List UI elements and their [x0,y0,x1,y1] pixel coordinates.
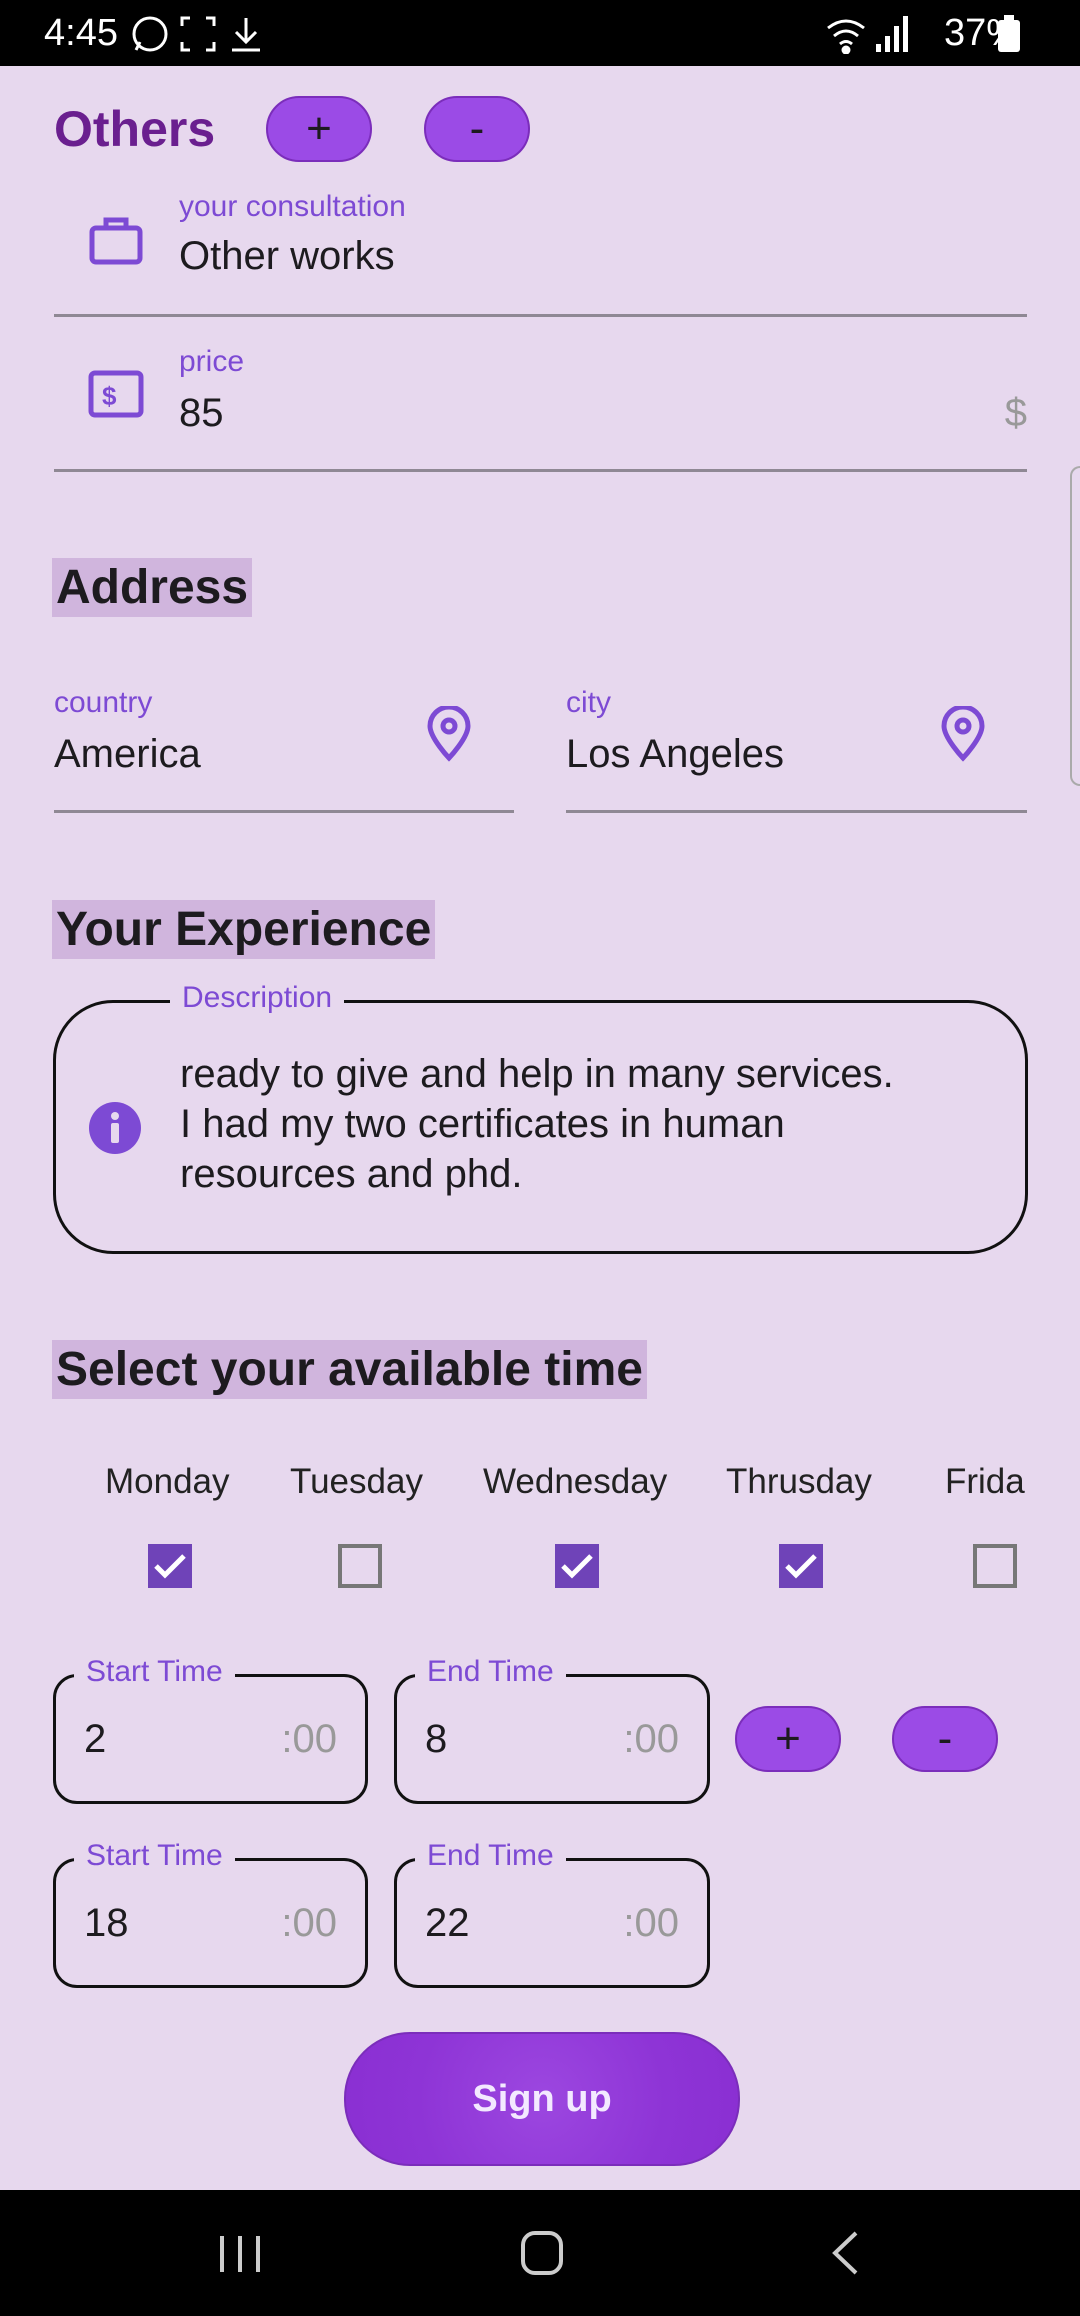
experience-title: Your Experience [52,900,436,959]
price-field[interactable]: $ price 85 $ [54,345,1027,473]
start-time-suffix: :00 [281,1717,337,1761]
minus-label: - [469,104,485,153]
day-label-wednesday: Wednesday [483,1462,668,1501]
end-time-value: 8 [425,1717,448,1761]
day-label-tuesday: Tuesday [290,1462,423,1501]
end-time-field[interactable]: End Time 8 :00 [394,1655,710,1804]
day-label-monday: Monday [105,1462,230,1501]
monday-checkbox[interactable] [148,1544,192,1588]
navigation-bar [0,2190,1080,2316]
screenshot-icon [180,16,216,57]
signal-icon [874,14,910,59]
status-bar: 4:45 37% [0,0,1080,66]
city-value: Los Angeles [566,732,784,776]
plus-label: + [775,1714,801,1763]
day-label-thursday: Thrusday [726,1462,872,1501]
home-icon[interactable] [520,2230,564,2281]
money-icon: $ [88,369,144,424]
consultation-field[interactable]: your consultation Other works [54,190,1027,318]
end-time-suffix: :00 [623,1901,679,1945]
end-time-field[interactable]: End Time 22 :00 [394,1839,710,1988]
scrollbar[interactable] [1070,466,1080,786]
start-time-label: Start Time [74,1655,235,1689]
remove-consultation-button[interactable]: - [424,96,530,162]
end-time-label: End Time [415,1655,566,1689]
add-consultation-button[interactable]: + [266,96,372,162]
city-underline [566,810,1027,813]
svg-text:$: $ [102,381,117,411]
city-label: city [566,686,611,719]
check-icon [561,1554,593,1579]
description-line: I had my two certificates in human [180,1102,785,1146]
check-icon [785,1554,817,1579]
availability-title: Select your available time [52,1340,647,1399]
check-icon [154,1554,186,1579]
whatsapp-icon [130,14,170,59]
end-time-label: End Time [415,1839,566,1873]
download-icon [228,14,264,59]
info-icon [88,1101,142,1160]
others-title: Others [54,101,216,157]
price-underline [54,469,1027,472]
location-pin-icon [426,704,472,767]
tuesday-checkbox[interactable] [338,1544,382,1588]
remove-time-slot-button[interactable]: - [892,1706,998,1772]
address-title: Address [52,558,253,617]
consultation-underline [54,314,1027,317]
thursday-checkbox[interactable] [779,1544,823,1588]
plus-label: + [306,104,332,153]
currency-suffix: $ [1004,391,1027,435]
back-icon[interactable] [830,2230,860,2281]
wifi-icon [824,14,868,59]
day-label-friday: Frida [945,1462,1025,1501]
battery-icon [996,14,1022,59]
friday-checkbox[interactable] [973,1544,1017,1588]
consultation-label: your consultation [179,190,406,223]
start-time-field[interactable]: Start Time 2 :00 [53,1655,368,1804]
status-time: 4:45 [44,12,118,54]
description-line: resources and phd. [180,1152,523,1196]
country-label: country [54,686,153,719]
country-value: America [54,732,201,776]
start-time-value: 18 [84,1901,129,1945]
price-label: price [179,345,245,378]
add-time-slot-button[interactable]: + [735,1706,841,1772]
price-value: 85 [179,391,224,435]
start-time-field[interactable]: Start Time 18 :00 [53,1839,368,1988]
start-time-value: 2 [84,1717,107,1761]
start-time-label: Start Time [74,1839,235,1873]
end-time-value: 22 [425,1901,470,1945]
minus-label: - [937,1714,953,1763]
start-time-suffix: :00 [281,1901,337,1945]
signup-button[interactable]: Sign up [344,2032,740,2166]
recent-apps-icon[interactable] [218,2234,262,2279]
city-field[interactable]: city Los Angeles [566,686,1027,814]
wednesday-checkbox[interactable] [555,1544,599,1588]
country-underline [54,810,514,813]
description-text: ready to give and help in many services.… [180,1049,894,1199]
country-field[interactable]: country America [54,686,514,814]
consultation-value: Other works [179,234,395,278]
description-textarea[interactable]: Description ready to give and help in ma… [53,981,1028,1254]
description-line: ready to give and help in many services. [180,1052,894,1096]
description-label: Description [170,981,345,1015]
location-pin-icon [940,704,986,767]
end-time-suffix: :00 [623,1717,679,1761]
briefcase-icon [88,212,144,273]
signup-label: Sign up [472,2077,612,2120]
